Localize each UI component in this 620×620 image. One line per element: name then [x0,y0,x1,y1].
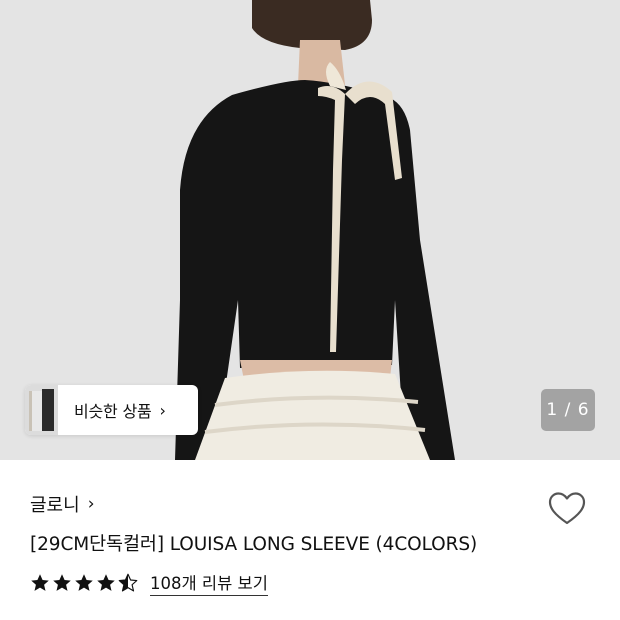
star-half-icon [118,573,138,592]
star-full-icon [53,574,71,591]
chevron-right-icon: › [159,400,166,420]
heart-outline-icon[interactable] [548,491,586,527]
product-title: [29CM단독컬러] LOUISA LONG SLEEVE (4COLORS) [30,534,478,555]
star-rating [30,573,140,593]
similar-products-button[interactable]: 비슷한 상품 › [25,385,198,435]
similar-products-thumbnail [25,385,58,435]
star-full-icon [75,574,93,591]
product-image-carousel[interactable]: 비슷한 상품 › 1 / 6 [0,0,620,460]
reviews-link[interactable]: 108개 리뷰 보기 [150,570,268,596]
star-full-icon [97,574,115,591]
rating-row: 108개 리뷰 보기 [30,570,268,596]
star-full-icon [31,574,49,591]
brand-link[interactable]: 글로니 › [30,491,95,517]
image-page-indicator: 1 / 6 [541,389,595,431]
brand-name: 글로니 [30,495,80,516]
similar-products-label: 비슷한 상품 [74,402,152,421]
chevron-right-icon: › [87,494,95,514]
